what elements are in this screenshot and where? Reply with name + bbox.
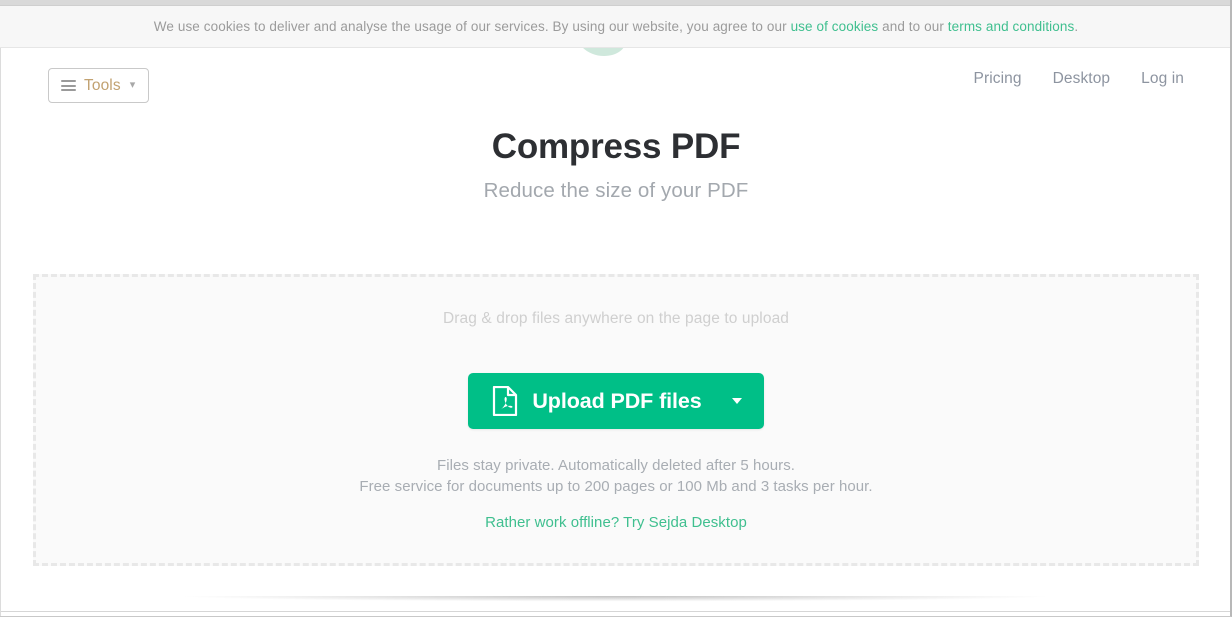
file-dropzone[interactable]: Drag & drop files anywhere on the page t… [33, 274, 1199, 566]
upload-button-label: Upload PDF files [532, 388, 702, 413]
page-bottom-rule [0, 611, 1230, 612]
tools-menu-button[interactable]: Tools ▾ [48, 68, 150, 103]
chevron-down-icon: ▾ [129, 79, 136, 91]
tools-button-label: Tools [84, 76, 121, 94]
primary-nav: Pricing Desktop Log in [974, 70, 1184, 88]
upload-pdf-files-button[interactable]: Upload PDF files [468, 373, 764, 429]
cookie-text-before: We use cookies to deliver and analyse th… [153, 19, 791, 34]
drag-drop-hint: Drag & drop files anywhere on the page t… [442, 310, 790, 327]
privacy-note: Files stay private. Automatically delete… [437, 457, 795, 474]
cookie-text-after: . [1074, 19, 1079, 34]
terms-and-conditions-link[interactable]: terms and conditions [948, 19, 1075, 34]
use-of-cookies-link[interactable]: use of cookies [791, 19, 879, 34]
nav-link-pricing[interactable]: Pricing [974, 70, 1022, 88]
caret-down-icon[interactable] [731, 398, 742, 404]
hamburger-icon [61, 80, 76, 91]
pdf-file-icon [492, 386, 518, 416]
nav-link-login[interactable]: Log in [1141, 70, 1184, 88]
cookie-text-middle: and to our [878, 19, 948, 34]
cookie-consent-banner: We use cookies to deliver and analyse th… [0, 6, 1230, 48]
content-bottom-shadow [0, 596, 1230, 606]
site-header: Tools ▾ Pricing Desktop Log in [0, 48, 1230, 124]
hero-section: Compress PDF Reduce the size of your PDF [0, 124, 1230, 203]
nav-link-desktop[interactable]: Desktop [1053, 70, 1111, 88]
page-subtitle: Reduce the size of your PDF [483, 178, 749, 202]
browser-top-strip [0, 0, 1230, 6]
dropzone-notes: Files stay private. Automatically delete… [359, 456, 872, 532]
browser-viewport: We use cookies to deliver and analyse th… [0, 0, 1232, 617]
sejda-desktop-link[interactable]: Rather work offline? Try Sejda Desktop [485, 514, 747, 531]
cookie-consent-text: We use cookies to deliver and analyse th… [154, 19, 1078, 34]
page-title: Compress PDF [491, 127, 741, 166]
limits-note: Free service for documents up to 200 pag… [359, 477, 873, 495]
